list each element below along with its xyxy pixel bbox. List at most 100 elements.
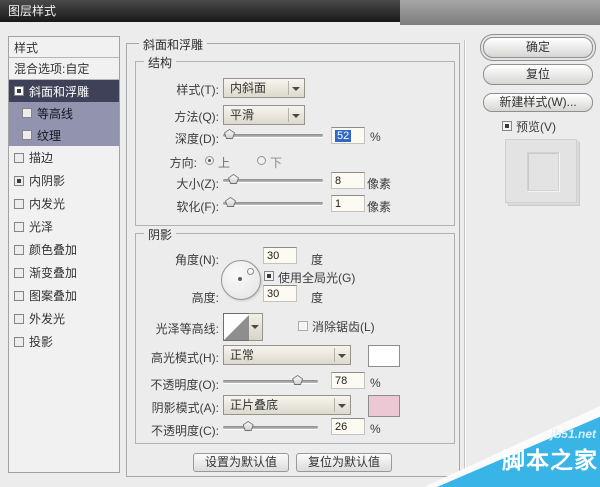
- checkbox-icon[interactable]: [14, 245, 24, 255]
- checkbox-icon[interactable]: [22, 130, 32, 140]
- set-default-label: 设置为默认值: [205, 455, 277, 469]
- technique-select[interactable]: 平滑: [223, 105, 305, 125]
- checkbox-icon[interactable]: [14, 176, 24, 186]
- size-input[interactable]: 8: [331, 172, 365, 189]
- angle-input[interactable]: 30: [263, 247, 297, 264]
- style-list-sidebar: 样式 混合选项:自定 斜面和浮雕 等高线 纹理 描边 内阴影 内发光: [8, 36, 120, 473]
- shadow-mode-select[interactable]: 正片叠底: [223, 395, 351, 415]
- altitude-input[interactable]: 30: [263, 285, 297, 302]
- sidebar-label: 投影: [29, 333, 53, 350]
- sidebar-label: 等高线: [37, 105, 73, 122]
- watermark-site-url: jb51.net: [551, 427, 596, 441]
- angle-value: 30: [267, 250, 279, 262]
- sidebar-item-styles[interactable]: 样式: [9, 37, 119, 58]
- direction-down-radio[interactable]: [257, 156, 266, 165]
- shadow-opacity-label: 不透明度(C):: [127, 422, 219, 439]
- soften-slider[interactable]: [223, 202, 323, 205]
- highlight-color-swatch[interactable]: [368, 345, 400, 367]
- direction-down-label[interactable]: 下: [270, 154, 282, 171]
- depth-unit: %: [370, 130, 381, 144]
- structure-legend: 结构: [144, 54, 176, 71]
- size-slider[interactable]: [223, 179, 323, 182]
- shadow-color-swatch[interactable]: [368, 395, 400, 417]
- sidebar-label: 图案叠加: [29, 287, 77, 304]
- checkbox-icon[interactable]: [22, 108, 32, 118]
- sidebar-item-inner-glow[interactable]: 内发光: [9, 192, 119, 215]
- highlight-opacity-input[interactable]: 78: [331, 372, 365, 389]
- highlight-opacity-slider[interactable]: [223, 380, 318, 383]
- gloss-contour-thumbnail[interactable]: [223, 313, 251, 341]
- checkbox-icon[interactable]: [14, 291, 24, 301]
- sidebar-item-texture[interactable]: 纹理: [9, 124, 119, 146]
- sidebar-item-blending-options[interactable]: 混合选项:自定: [9, 58, 119, 80]
- layer-style-dialog: 图层样式 样式 混合选项:自定 斜面和浮雕 等高线 纹理 描边 内阴影: [0, 0, 600, 487]
- checkbox-icon[interactable]: [14, 337, 24, 347]
- highlight-opacity-label: 不透明度(O):: [127, 376, 219, 393]
- style-select-value: 内斜面: [230, 81, 266, 95]
- size-unit: 像素: [367, 175, 391, 192]
- angle-unit: 度: [311, 251, 323, 268]
- ok-label: 确定: [526, 40, 550, 54]
- reset-default-button[interactable]: 复位为默认值: [296, 453, 392, 472]
- depth-label: 深度(D):: [127, 130, 219, 147]
- sidebar-label: 渐变叠加: [29, 264, 77, 281]
- shadow-opacity-input[interactable]: 26: [331, 418, 365, 435]
- soften-value: 1: [335, 198, 341, 210]
- checkbox-icon[interactable]: [14, 268, 24, 278]
- highlight-mode-select[interactable]: 正常: [223, 345, 351, 365]
- anti-alias-label[interactable]: 消除锯齿(L): [312, 318, 375, 335]
- checkbox-icon[interactable]: [14, 199, 24, 209]
- checkbox-icon[interactable]: [14, 222, 24, 232]
- direction-up-radio[interactable]: [205, 156, 214, 165]
- sidebar-item-inner-shadow[interactable]: 内阴影: [9, 169, 119, 192]
- gloss-contour-dropdown-arrow[interactable]: [249, 313, 263, 341]
- set-default-button[interactable]: 设置为默认值: [193, 453, 289, 472]
- sidebar-item-stroke[interactable]: 描边: [9, 146, 119, 169]
- anti-alias-checkbox[interactable]: [298, 321, 308, 331]
- checkbox-icon[interactable]: [14, 86, 24, 96]
- direction-up-label[interactable]: 上: [218, 154, 230, 171]
- altitude-label: 高度:: [127, 289, 219, 306]
- shadow-mode-value: 正片叠底: [230, 398, 278, 412]
- shadow-opacity-slider[interactable]: [223, 426, 318, 429]
- technique-label: 方法(Q):: [127, 108, 219, 125]
- depth-slider[interactable]: [223, 134, 323, 137]
- reset-button[interactable]: 复位: [483, 64, 593, 85]
- angle-dial-handle[interactable]: [247, 268, 254, 275]
- sidebar-item-contour[interactable]: 等高线: [9, 102, 119, 124]
- panel-divider: [464, 40, 466, 473]
- global-light-label[interactable]: 使用全局光(G): [278, 269, 355, 286]
- sidebar-item-outer-glow[interactable]: 外发光: [9, 307, 119, 330]
- sidebar-item-drop-shadow[interactable]: 投影: [9, 330, 119, 353]
- soften-input[interactable]: 1: [331, 195, 365, 212]
- sidebar-item-satin[interactable]: 光泽: [9, 215, 119, 238]
- checkbox-icon[interactable]: [14, 153, 24, 163]
- global-light-checkbox[interactable]: [264, 271, 274, 281]
- highlight-mode-value: 正常: [230, 348, 254, 362]
- sidebar-label: 描边: [29, 149, 53, 166]
- preview-shape: [527, 152, 559, 191]
- new-style-button[interactable]: 新建样式(W)...: [483, 93, 593, 112]
- preview-label[interactable]: 预览(V): [516, 118, 556, 135]
- depth-input[interactable]: 52: [331, 127, 365, 144]
- technique-select-value: 平滑: [230, 108, 254, 122]
- style-select[interactable]: 内斜面: [223, 78, 305, 98]
- shadow-mode-label: 阴影模式(A):: [127, 399, 219, 416]
- sidebar-item-gradient-overlay[interactable]: 渐变叠加: [9, 261, 119, 284]
- direction-label: 方向:: [127, 154, 197, 171]
- style-preview-thumbnail: [505, 139, 577, 203]
- size-value: 8: [335, 175, 341, 187]
- sidebar-item-bevel-emboss[interactable]: 斜面和浮雕: [9, 80, 119, 102]
- shadow-opacity-unit: %: [370, 422, 381, 436]
- angle-dial[interactable]: [221, 260, 261, 300]
- ok-button[interactable]: 确定: [483, 37, 593, 58]
- sidebar-label: 颜色叠加: [29, 241, 77, 258]
- sidebar-item-pattern-overlay[interactable]: 图案叠加: [9, 284, 119, 307]
- checkbox-icon[interactable]: [14, 314, 24, 324]
- sidebar-label: 纹理: [37, 127, 61, 144]
- sidebar-item-color-overlay[interactable]: 颜色叠加: [9, 238, 119, 261]
- dialog-title: 图层样式: [8, 4, 56, 18]
- angle-dial-center: [238, 277, 242, 281]
- preview-checkbox[interactable]: [502, 121, 512, 131]
- dialog-titlebar[interactable]: 图层样式: [0, 0, 400, 22]
